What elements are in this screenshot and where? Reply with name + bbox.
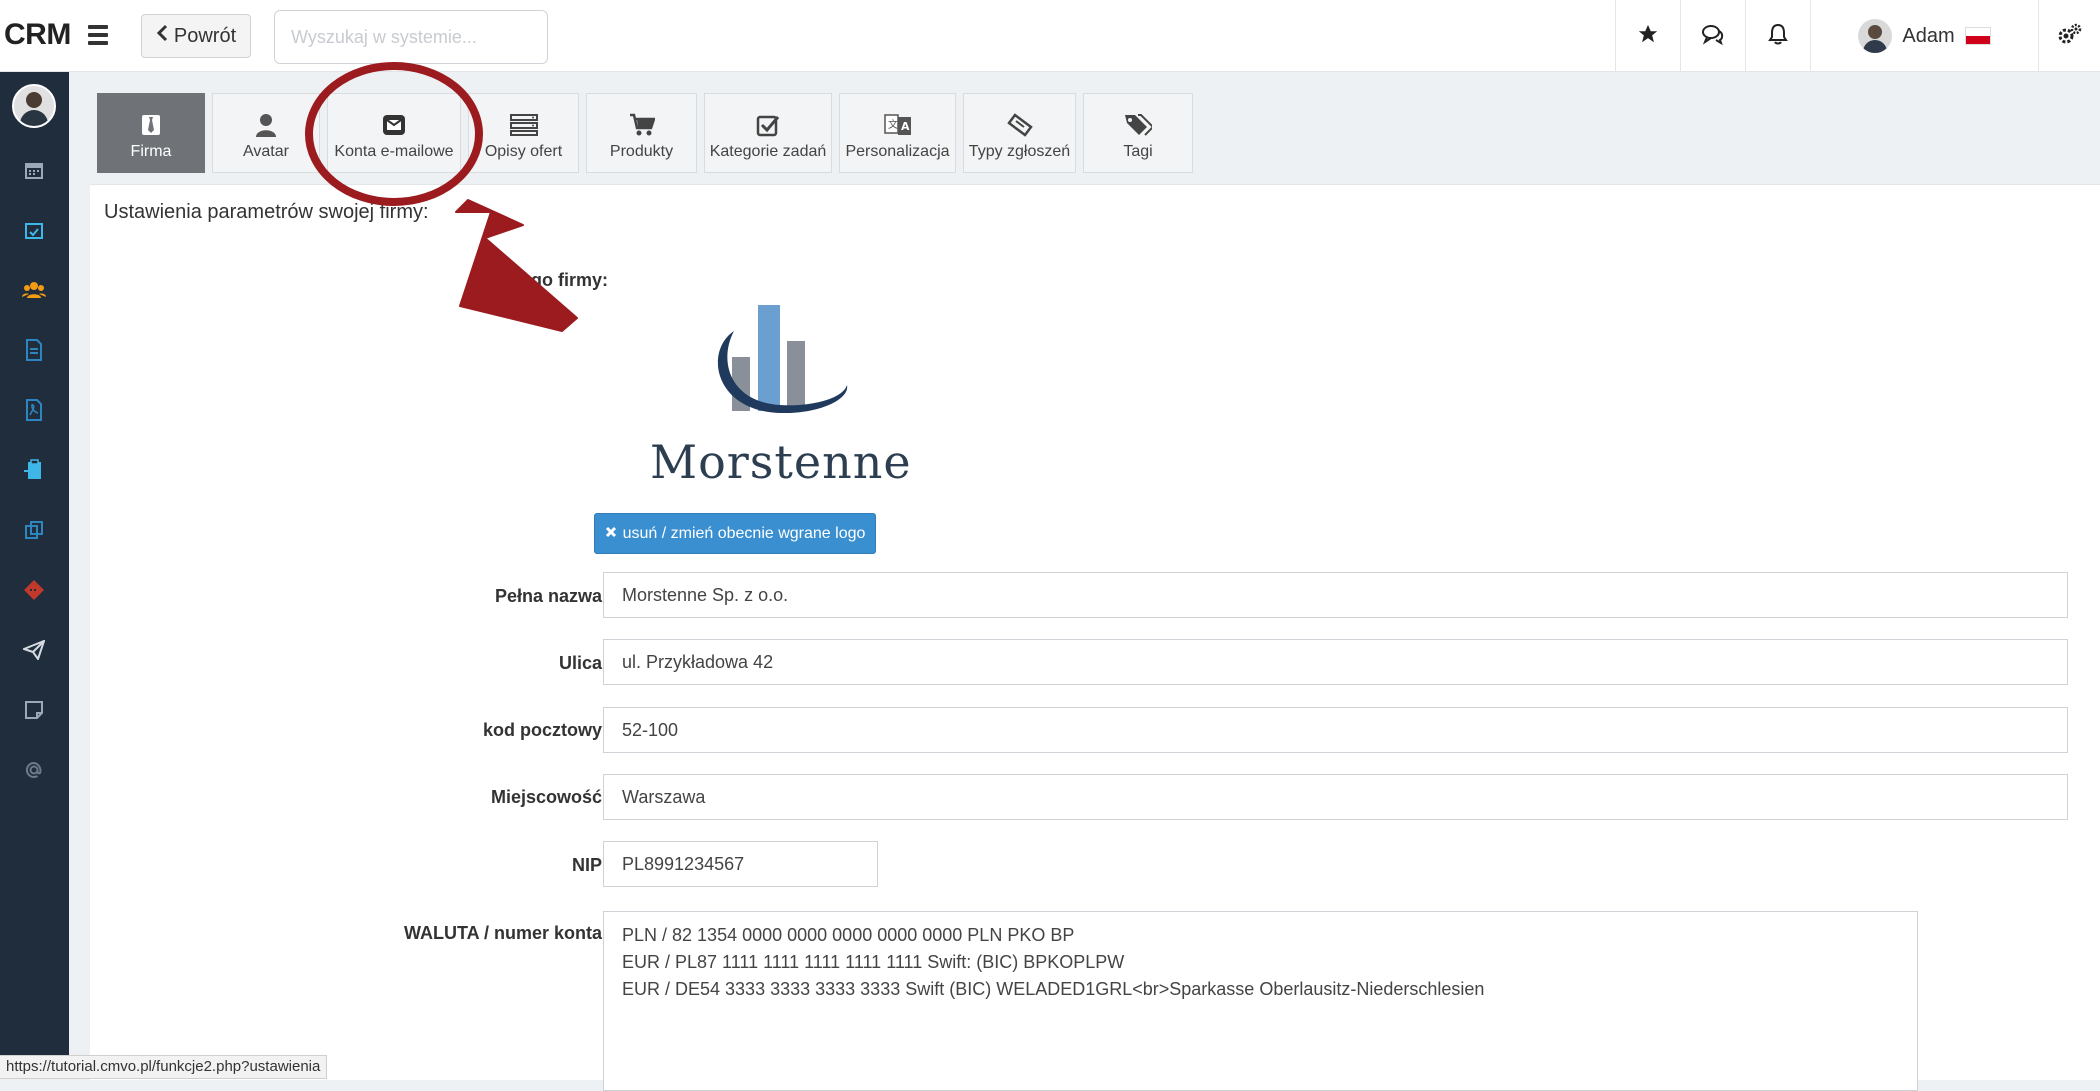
user-name: Adam [1902,24,1955,47]
tab-label: Firma [130,143,172,160]
users-icon[interactable] [22,278,46,302]
check-square-icon [756,113,780,137]
tab-label: Tagi [1123,143,1153,160]
server-icon [509,113,538,137]
sidebar [0,72,69,1079]
chevron-left-icon [156,24,168,48]
copy-icon[interactable] [22,518,46,542]
tab-label: Typy zgłoszeń [968,143,1071,160]
change-logo-button[interactable]: usuń / zmień obecnie wgrane logo [594,513,876,554]
brand-logo[interactable]: CRM [4,18,71,52]
pdf-icon[interactable] [22,398,46,422]
tab-produkty[interactable]: Produkty [586,93,697,173]
company-logo: Morstenne [650,295,911,489]
cart-icon [629,113,655,137]
notifications-button[interactable] [1745,0,1810,72]
postal-code-field[interactable] [603,707,2068,753]
currency-label: WALUTA / numer konta: [404,923,608,943]
send-icon[interactable] [22,638,46,662]
tab-typy-zgloszen[interactable]: Typy zgłoszeń [963,93,1076,173]
currency-line: PLN / 82 1354 0000 0000 0000 0000 0000 P… [622,925,1075,945]
tags-icon [1124,113,1152,137]
tab-opisy-ofert[interactable]: Opisy ofert [468,93,579,173]
back-button[interactable]: Powrót [141,14,251,58]
logo-label: Logo firmy: [509,270,608,290]
company-settings-panel: Ustawienia parametrów swojej firmy: Logo… [90,184,2100,1091]
chat-button[interactable] [1680,0,1745,72]
calendar-icon[interactable] [22,158,46,182]
top-icons: Adam [1615,0,2100,72]
at-sign-icon[interactable] [22,758,46,782]
tab-tagi[interactable]: Tagi [1083,93,1193,173]
settings-button[interactable] [2038,0,2100,72]
document-icon[interactable] [22,338,46,362]
flag-pl-icon [1964,27,1991,45]
svg-text:A: A [901,120,910,133]
back-button-label: Powrót [173,24,237,47]
page: CRM Powrót Wyszukaj w systemie... Adam F… [0,0,2100,1091]
translate-icon: 文A [883,113,912,137]
favorites-button[interactable] [1615,0,1680,72]
tab-kategorie-zadan[interactable]: Kategorie zadań [704,93,832,173]
search-input[interactable] [274,10,548,64]
ticket-icon [1006,113,1033,137]
tie-icon [141,113,161,137]
bell-icon [1768,23,1788,50]
tab-label: Kategorie zadań [709,143,827,160]
currency-line: EUR / PL87 1111 1111 1111 1111 1111 Swif… [622,952,1125,972]
logo-text: Morstenne [650,435,912,489]
city-field[interactable] [603,774,2068,820]
city-label: Miejscowość: [490,787,608,807]
full-name-field[interactable] [603,572,2068,618]
tab-firma[interactable]: Firma [97,93,205,173]
star-icon [1637,23,1659,50]
user-icon [256,113,276,137]
tab-label: Opisy ofert [484,143,563,160]
calendar-check-icon[interactable] [22,218,46,242]
street-label: Ulica: [558,653,608,673]
top-navbar: CRM Powrót Wyszukaj w systemie... Adam [0,0,2100,72]
tab-personalizacja[interactable]: 文A Personalizacja [839,93,956,173]
note-icon[interactable] [22,698,46,722]
tab-label: Konta e-mailowe [334,143,454,160]
close-icon [605,525,617,543]
ticket-icon[interactable] [22,578,46,602]
nip-field[interactable] [603,841,878,887]
sidebar-avatar[interactable] [12,84,56,128]
currency-line: EUR / DE54 3333 3333 3333 3333 Swift (BI… [622,979,1485,999]
menu-toggle-icon[interactable] [84,22,112,50]
panel-title: Ustawienia parametrów swojej firmy: [104,201,429,223]
main-content: Firma Avatar Konta e-mailowe Opisy ofert [69,72,2100,1091]
street-field[interactable] [603,639,2068,685]
user-menu[interactable]: Adam [1810,0,2038,72]
chat-icon [1701,23,1725,50]
clipboard-icon[interactable] [22,458,46,482]
svg-text:文: 文 [888,118,898,131]
change-logo-label: usuń / zmień obecnie wgrane logo [622,524,866,542]
tab-label: Produkty [609,143,674,160]
tab-avatar[interactable]: Avatar [212,93,320,173]
tab-label: Personalizacja [845,143,950,160]
gears-icon [2057,22,2083,51]
avatar [1858,19,1893,53]
postal-code-label: kod pocztowy: [483,720,608,740]
full-name-label: Pełna nazwa: [494,586,608,606]
tab-konta-emailowe[interactable]: Konta e-mailowe [327,93,461,173]
tab-label: Avatar [243,143,289,160]
currency-accounts-textarea[interactable]: PLN / 82 1354 0000 0000 0000 0000 0000 P… [603,911,1918,1091]
envelope-icon [382,113,406,137]
status-url-bar: https://tutorial.cmvo.pl/funkcje2.php?us… [0,1055,328,1079]
